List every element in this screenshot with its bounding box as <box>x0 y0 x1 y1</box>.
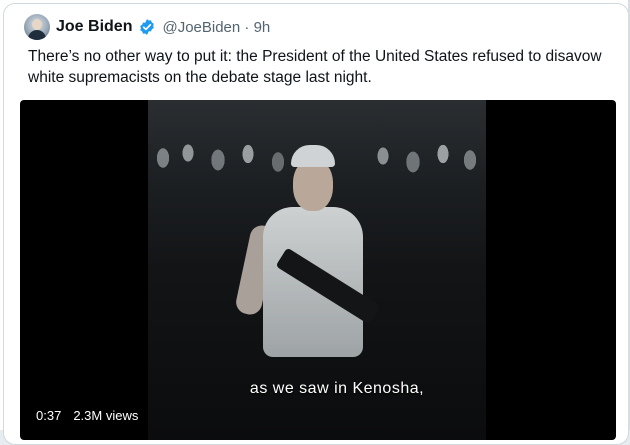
video-badges: 0:37 2.3M views <box>32 406 143 425</box>
author-name[interactable]: Joe Biden <box>56 18 132 36</box>
tweet-header: Joe Biden @JoeBiden · 9h <box>56 16 270 38</box>
tweet-text: There’s no other way to put it: the Pres… <box>28 48 602 86</box>
verified-badge-icon <box>140 19 155 35</box>
tweet-card[interactable]: Joe Biden @JoeBiden · 9h There’s no othe… <box>3 3 629 445</box>
screenshot-frame: Joe Biden @JoeBiden · 9h There’s no othe… <box>0 0 630 445</box>
avatar-suit <box>28 30 46 40</box>
avatar-face <box>32 19 42 30</box>
video-subtitle: as we saw in Kenosha, <box>249 380 425 397</box>
video-player[interactable]: as we saw in Kenosha, 0:37 2.3M views <box>20 100 616 440</box>
video-time: 0:37 <box>32 406 66 425</box>
avatar[interactable] <box>24 14 50 40</box>
video-views: 2.3M views <box>69 406 143 425</box>
figure-cap <box>291 145 335 167</box>
author-handle-time[interactable]: @JoeBiden · 9h <box>162 19 270 36</box>
